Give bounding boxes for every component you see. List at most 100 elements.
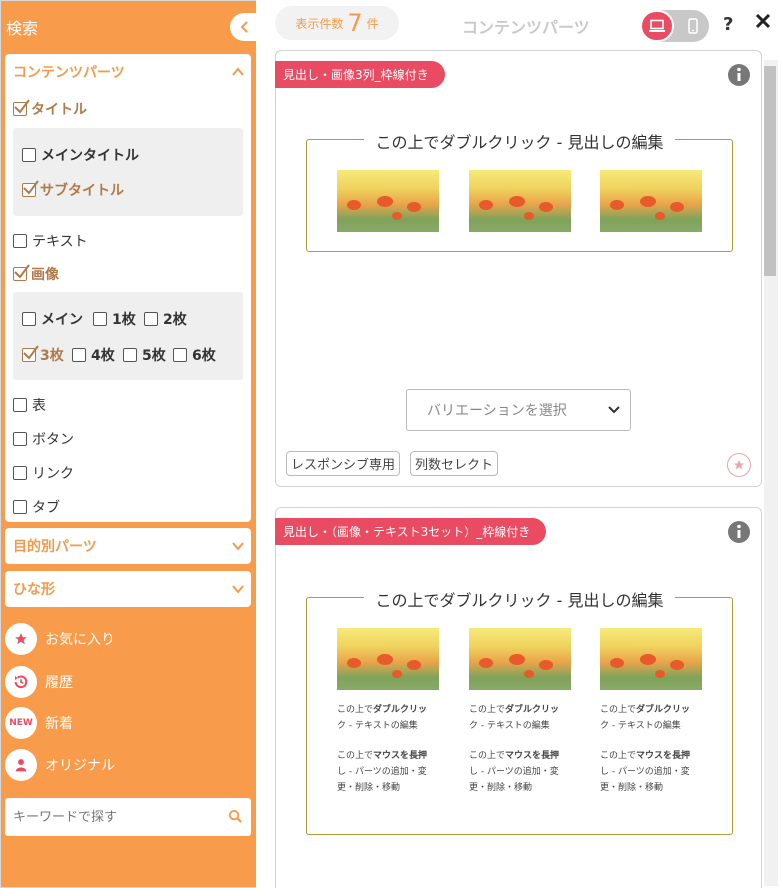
info-icon[interactable]: [727, 520, 751, 544]
info-icon[interactable]: [727, 63, 751, 87]
chevron-down-icon[interactable]: [231, 539, 245, 553]
filter-button[interactable]: ボタン: [13, 429, 74, 449]
filter-text[interactable]: テキスト: [13, 231, 88, 251]
purpose-parts-panel[interactable]: 目的別パーツ: [5, 528, 251, 564]
sidebar-title: 検索: [6, 19, 39, 38]
template-panel[interactable]: ひな形: [5, 571, 251, 607]
caption-line: 更・削除・移動: [469, 783, 533, 793]
filter-subtitle[interactable]: サブタイトル: [22, 180, 124, 200]
keyword-search-input[interactable]: [5, 798, 215, 836]
filter-tab[interactable]: タブ: [13, 497, 60, 517]
original-link[interactable]: オリジナル: [5, 749, 115, 781]
checkbox[interactable]: [13, 500, 27, 514]
image-subfilters: メイン 1枚 2枚 3枚 4枚 5枚 6枚: [13, 292, 243, 380]
filter-tab-label: タブ: [32, 500, 60, 516]
close-icon[interactable]: [754, 12, 772, 30]
variation-select[interactable]: バリエーションを選択: [406, 389, 631, 431]
checkbox-checked[interactable]: [13, 264, 30, 281]
mobile-view-button[interactable]: [677, 10, 709, 42]
search-icon[interactable]: [228, 809, 243, 824]
help-button[interactable]: ?: [723, 14, 733, 35]
checkbox-checked[interactable]: [13, 99, 30, 116]
part-card[interactable]: 見出し・画像3列_枠線付き この上でダブルクリック - 見出しの編集 バリエーシ…: [275, 50, 762, 487]
contents-parts-panel: コンテンツパーツ タイトル メインタイトル サブタイトル テキスト 画像 メイン…: [5, 54, 251, 522]
device-toggle[interactable]: [640, 10, 709, 42]
filter-link-label: リンク: [32, 466, 74, 482]
collapse-sidebar-button[interactable]: [230, 13, 260, 41]
caption-line: し - パーツの追加・変: [337, 767, 427, 777]
checkbox[interactable]: [123, 348, 137, 362]
chevron-down-icon[interactable]: [231, 582, 245, 596]
tag-responsive[interactable]: レスポンシブ専用: [286, 451, 401, 476]
part-name-tag: 見出し・（画像・テキスト3セット）_枠線付き: [275, 518, 547, 545]
checkbox[interactable]: [22, 312, 36, 326]
filter-table[interactable]: 表: [13, 395, 46, 415]
flower-image: [337, 170, 439, 232]
checkbox[interactable]: [93, 312, 107, 326]
title-subfilters: メインタイトル サブタイトル: [13, 128, 243, 216]
checkbox[interactable]: [13, 234, 27, 248]
part-card[interactable]: 見出し・（画像・テキスト3セット）_枠線付き この上でダブルクリック - 見出し…: [275, 507, 762, 888]
favorites-label: お気に入り: [45, 632, 115, 648]
filter-image-6[interactable]: 6枚: [173, 345, 216, 365]
history-label: 履歴: [45, 675, 73, 691]
filter-link[interactable]: リンク: [13, 463, 74, 483]
caption-line: ク - テキストの編集: [337, 721, 418, 731]
caption-text: この上でダブルクリッ ク - テキストの編集 この上でマウスを長押 し - パー…: [600, 702, 706, 796]
checkbox[interactable]: [72, 348, 86, 362]
history-link[interactable]: 履歴: [5, 666, 73, 698]
checkbox[interactable]: [13, 398, 27, 412]
tag-column-select[interactable]: 列数セレクト: [410, 451, 499, 476]
favorite-button[interactable]: [727, 453, 751, 477]
favorites-link[interactable]: お気に入り: [5, 623, 115, 655]
new-label: 新着: [45, 716, 73, 732]
original-label: オリジナル: [45, 758, 115, 774]
filter-table-label: 表: [32, 398, 46, 414]
filter-image-3[interactable]: 3枚: [22, 345, 64, 365]
checkbox-checked[interactable]: [22, 180, 39, 197]
filter-image-1[interactable]: 1枚: [93, 309, 136, 329]
filter-title-label: タイトル: [31, 102, 87, 118]
checkbox[interactable]: [173, 348, 187, 362]
checkbox[interactable]: [13, 432, 27, 446]
chevron-down-icon: [608, 406, 620, 414]
caption-text: この上でダブルクリッ ク - テキストの編集 この上でマウスを長押 し - パー…: [337, 702, 443, 796]
filter-main-title[interactable]: メインタイトル: [22, 145, 139, 165]
filter-image-main[interactable]: メイン: [22, 309, 83, 329]
contents-parts-header[interactable]: コンテンツパーツ: [13, 54, 125, 90]
chevron-up-icon[interactable]: [231, 65, 245, 79]
filter-image[interactable]: 画像: [13, 264, 59, 284]
result-count-label: 表示件数: [295, 16, 344, 31]
filter-title[interactable]: タイトル: [13, 99, 87, 119]
caption-text: この上でダブルクリッ ク - テキストの編集 この上でマウスを長押 し - パー…: [469, 702, 575, 796]
scrollbar-thumb[interactable]: [764, 66, 776, 276]
flower-image: [337, 628, 439, 690]
caption-bold: ダブルクリッ: [373, 705, 428, 715]
flower-image: [469, 170, 571, 232]
frame-heading: この上でダブルクリック - 見出しの編集: [363, 591, 676, 610]
caption-prefix: この上で: [469, 705, 506, 715]
desktop-view-button[interactable]: [640, 10, 674, 42]
filter-image-6-label: 6枚: [192, 348, 216, 364]
filter-image-1-label: 1枚: [112, 312, 136, 328]
purpose-parts-header[interactable]: 目的別パーツ: [13, 528, 97, 564]
checkbox[interactable]: [13, 466, 27, 480]
checkbox-checked[interactable]: [22, 345, 39, 362]
flower-image: [600, 628, 702, 690]
filter-text-label: テキスト: [32, 234, 88, 250]
chevron-left-icon: [240, 21, 248, 33]
caption-line: ク - テキストの編集: [600, 721, 681, 731]
preview-frame: この上でダブルクリック - 見出しの編集 この上でダブルクリッ ク - テキスト…: [306, 591, 733, 835]
keyword-search: [5, 798, 251, 836]
new-link[interactable]: NEW 新着: [5, 707, 73, 739]
filter-image-2[interactable]: 2枚: [144, 309, 187, 329]
caption-line: 更・削除・移動: [337, 783, 401, 793]
filter-image-4[interactable]: 4枚: [72, 345, 115, 365]
filter-image-5[interactable]: 5枚: [123, 345, 166, 365]
checkbox[interactable]: [144, 312, 158, 326]
checkbox[interactable]: [22, 148, 36, 162]
template-header[interactable]: ひな形: [13, 571, 55, 607]
laptop-icon: [649, 19, 665, 32]
caption-bold: マウスを長押: [373, 751, 428, 761]
result-count-value: 7: [347, 9, 363, 37]
